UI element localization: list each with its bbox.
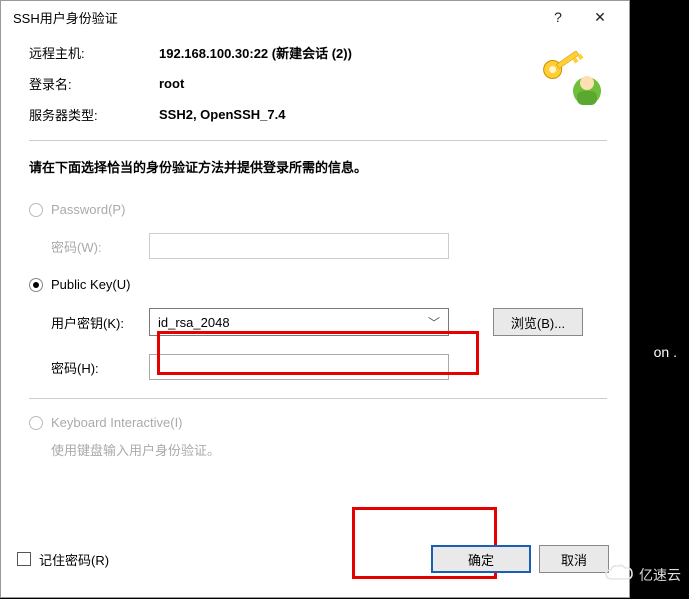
password-input (149, 233, 449, 259)
ssh-auth-dialog: SSH用户身份验证 ? ✕ 远程主机: 192.168.100.30:22 (新… (0, 0, 630, 598)
background-terminal-text: on . (654, 344, 677, 360)
passphrase-label: 密码(H): (51, 358, 137, 377)
close-button[interactable]: ✕ (579, 3, 621, 31)
remote-host-label: 远程主机: (29, 43, 159, 62)
keyboard-hint: 使用键盘输入用户身份验证。 (51, 440, 607, 459)
password-section: Password(P) 密码(W): (29, 202, 607, 259)
browse-button[interactable]: 浏览(B)... (493, 308, 583, 336)
password-field-label: 密码(W): (51, 237, 137, 256)
help-button[interactable]: ? (537, 3, 579, 31)
user-key-label: 用户密钥(K): (51, 313, 137, 332)
user-key-value: id_rsa_2048 (158, 315, 230, 330)
password-radio[interactable] (29, 203, 43, 217)
keyboard-radio-label: Keyboard Interactive(I) (51, 415, 183, 430)
server-type-label: 服务器类型: (29, 105, 159, 124)
publickey-section: Public Key(U) 用户密钥(K): id_rsa_2048 ﹀ 浏览(… (29, 277, 607, 380)
password-radio-label: Password(P) (51, 202, 125, 217)
divider-mid (29, 398, 607, 399)
watermark: 亿速云 (605, 564, 681, 585)
chevron-down-icon: ﹀ (428, 314, 440, 331)
login-label: 登录名: (29, 74, 159, 93)
remember-password-label: 记住密码(R) (39, 550, 109, 569)
ok-button[interactable]: 确定 (431, 545, 531, 573)
dialog-title: SSH用户身份验证 (13, 8, 537, 27)
remote-host-value: 192.168.100.30:22 (新建会话 (2)) (159, 43, 517, 62)
cloud-icon (605, 564, 633, 585)
remember-password-checkbox[interactable] (17, 552, 31, 566)
publickey-radio[interactable] (29, 278, 43, 292)
server-type-value: SSH2, OpenSSH_7.4 (159, 107, 517, 122)
bottom-bar: 记住密码(R) 确定 取消 (17, 545, 609, 573)
keyboard-interactive-section: Keyboard Interactive(I) 使用键盘输入用户身份验证。 (29, 415, 607, 459)
key-user-icon (517, 51, 607, 117)
divider-top (29, 140, 607, 141)
keyboard-radio[interactable] (29, 416, 43, 430)
titlebar: SSH用户身份验证 ? ✕ (1, 1, 629, 33)
login-value: root (159, 76, 517, 91)
user-key-select[interactable]: id_rsa_2048 ﹀ (149, 308, 449, 336)
publickey-radio-label: Public Key(U) (51, 277, 130, 292)
instruction-text: 请在下面选择恰当的身份验证方法并提供登录所需的信息。 (29, 157, 607, 176)
cancel-button[interactable]: 取消 (539, 545, 609, 573)
passphrase-input[interactable] (149, 354, 449, 380)
